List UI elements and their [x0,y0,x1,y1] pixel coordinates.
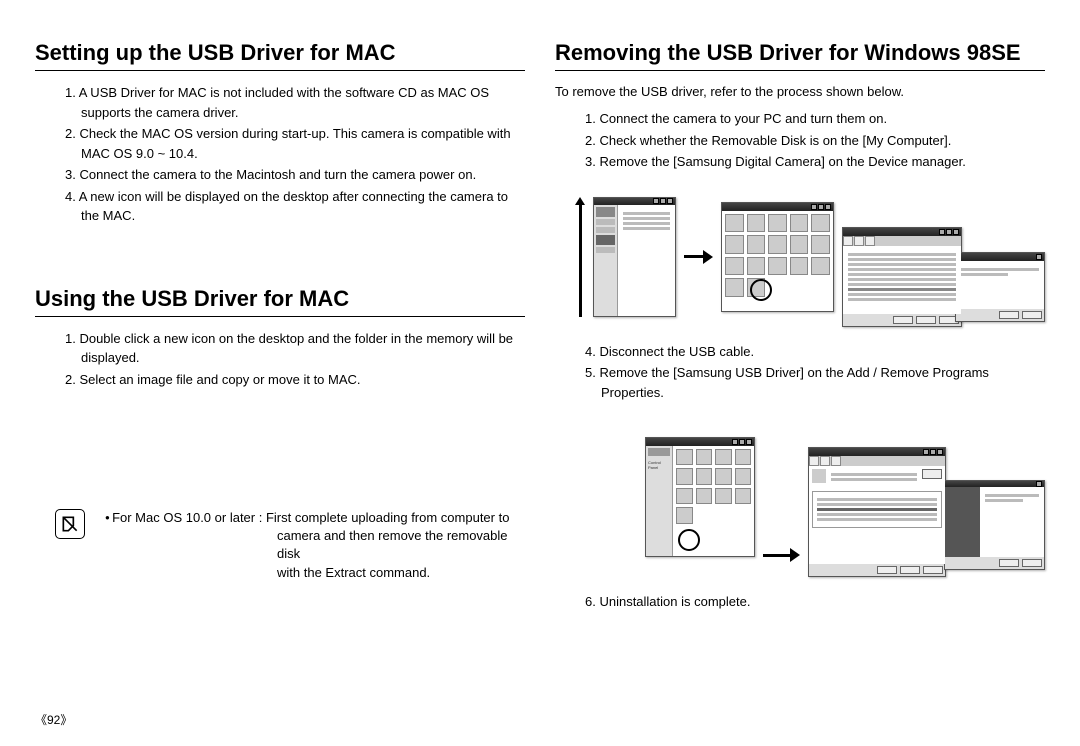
screenshot-control-panel [593,197,676,317]
remove-list-b: 4. Disconnect the USB cable. 5. Remove t… [555,342,1045,403]
list-item: 4. A new icon will be displayed on the d… [65,187,525,226]
figure-row-1 [575,187,1045,327]
list-item: 3. Remove the [Samsung Digital Camera] o… [585,152,1045,172]
screenshot-device-manager [842,227,962,327]
heading-remove-win98: Removing the USB Driver for Windows 98SE [555,40,1045,71]
remove-list-c: 6. Uninstallation is complete. [555,592,1045,612]
figure-row-2: Control Panel [645,417,1045,577]
list-item: 5. Remove the [Samsung USB Driver] on th… [585,363,1045,402]
screenshot-complete-dialog [944,480,1045,570]
screenshot-add-remove-programs [808,447,946,577]
screenshot-confirm-dialog [955,252,1045,322]
list-item: 1. Double click a new icon on the deskto… [65,329,525,368]
intro-text: To remove the USB driver, refer to the p… [555,83,1045,101]
list-item: 6. Uninstallation is complete. [585,592,1045,612]
heading-using-mac: Using the USB Driver for MAC [35,286,525,317]
page-number: 《92》 [35,711,72,728]
remove-list-a: 1. Connect the camera to your PC and tur… [555,109,1045,172]
note-text: For Mac OS 10.0 or later : First complet… [105,509,525,527]
list-item: 2. Check the MAC OS version during start… [65,124,525,163]
note-text: with the Extract command. [105,564,525,582]
note-icon [55,509,85,539]
list-item: 2. Check whether the Removable Disk is o… [585,131,1045,151]
right-column: Removing the USB Driver for Windows 98SE… [555,40,1045,614]
list-item: 1. Connect the camera to your PC and tur… [585,109,1045,129]
list-item: 3. Connect the camera to the Macintosh a… [65,165,525,185]
note-box: For Mac OS 10.0 or later : First complet… [35,509,525,582]
up-arrow-icon [575,197,585,317]
screenshot-my-computer [721,202,833,312]
setup-mac-list: 1. A USB Driver for MAC is not included … [35,83,525,226]
using-mac-list: 1. Double click a new icon on the deskto… [35,329,525,390]
right-arrow-icon [763,548,800,562]
heading-setup-mac: Setting up the USB Driver for MAC [35,40,525,71]
right-arrow-icon [684,250,714,264]
list-item: 2. Select an image file and copy or move… [65,370,525,390]
list-item: 4. Disconnect the USB cable. [585,342,1045,362]
note-text: camera and then remove the removable dis… [105,527,525,563]
left-column: Setting up the USB Driver for MAC 1. A U… [35,40,525,614]
screenshot-control-panel-2: Control Panel [645,437,755,557]
list-item: 1. A USB Driver for MAC is not included … [65,83,525,122]
